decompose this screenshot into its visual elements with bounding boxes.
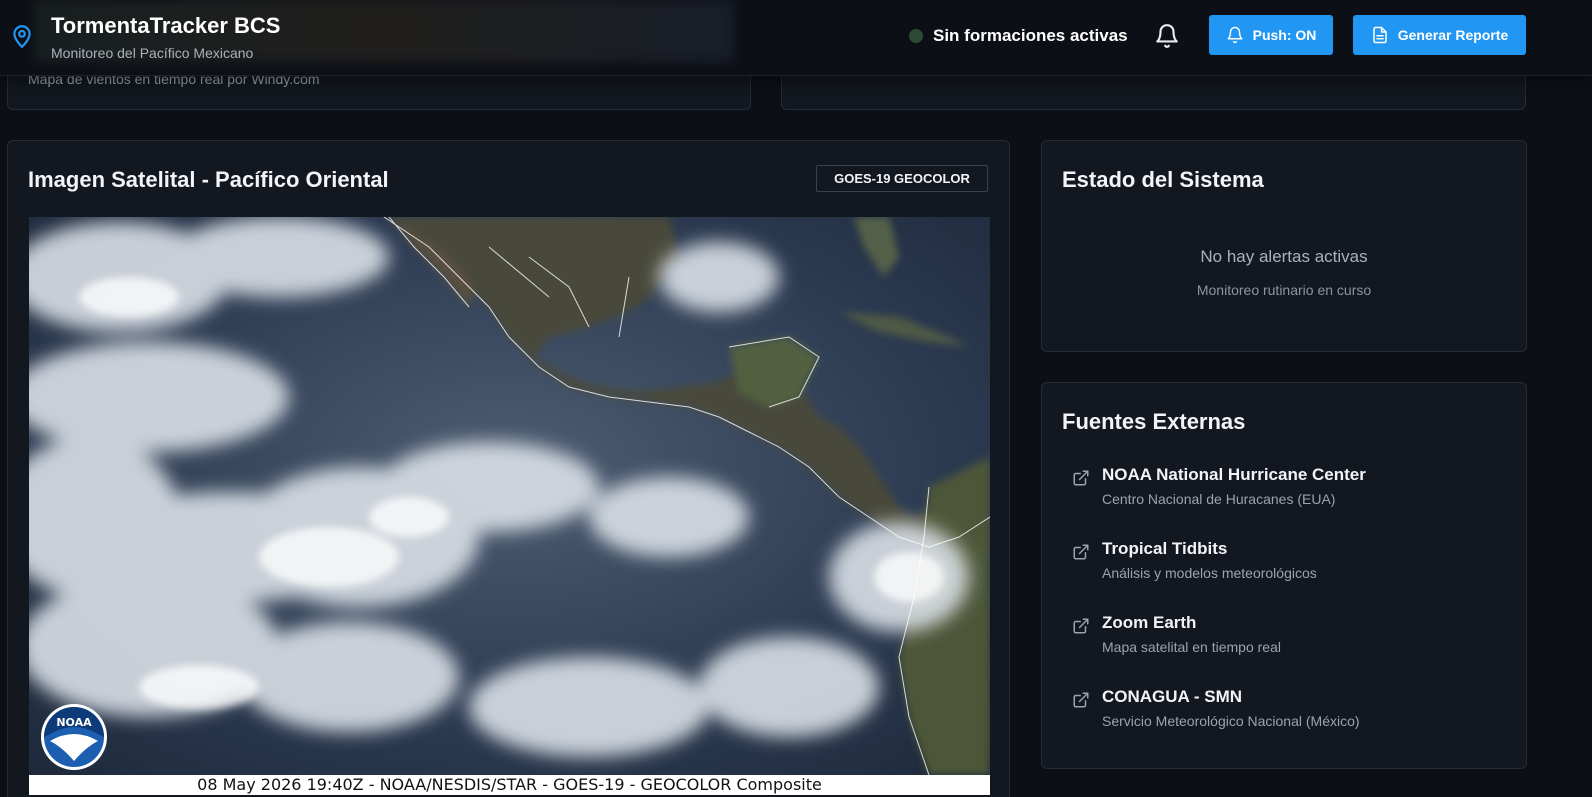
source-link-tropical-tidbits[interactable]: Tropical Tidbits Análisis y modelos mete…	[1072, 539, 1492, 589]
generate-report-button[interactable]: Generar Reporte	[1353, 15, 1526, 55]
noaa-logo: NOAA	[41, 704, 107, 770]
bell-icon	[1227, 26, 1243, 44]
satellite-imagery: NOAA	[29, 217, 990, 775]
report-label: Generar Reporte	[1397, 27, 1509, 43]
source-name: Tropical Tidbits	[1102, 539, 1228, 558]
source-name: CONAGUA - SMN	[1102, 687, 1243, 706]
app-subtitle: Monitoreo del Pacífico Mexicano	[51, 45, 254, 61]
satellite-source-badge: GOES-19 GEOCOLOR	[816, 165, 988, 192]
status-dot	[909, 29, 923, 43]
routine-monitoring-text: Monitoreo rutinario en curso	[1196, 282, 1372, 298]
source-link-noaa-nhc[interactable]: NOAA National Hurricane Center Centro Na…	[1072, 465, 1492, 515]
external-sources-card: Fuentes Externas NOAA National Hurricane…	[1041, 382, 1527, 769]
app-header: TormentaTracker BCS Monitoreo del Pacífi…	[0, 0, 1592, 76]
satellite-caption: 08 May 2026 19:40Z - NOAA/NESDIS/STAR - …	[29, 775, 990, 795]
noaa-logo-text: NOAA	[56, 716, 92, 729]
satellite-image[interactable]: NOAA	[29, 217, 990, 775]
no-alerts-message: No hay alertas activas	[1200, 247, 1368, 266]
map-pin-icon	[13, 25, 31, 48]
satellite-title: Imagen Satelital - Pacífico Oriental	[28, 167, 389, 192]
external-link-icon	[1073, 618, 1089, 634]
satellite-card: Imagen Satelital - Pacífico Oriental GOE…	[7, 140, 1010, 797]
source-name: NOAA National Hurricane Center	[1102, 465, 1366, 484]
source-description: Análisis y modelos meteorológicos	[1102, 565, 1317, 581]
file-text-icon	[1373, 26, 1387, 44]
external-sources-title: Fuentes Externas	[1062, 409, 1246, 434]
dashboard-page: Mapa de vientos en tiempo real por Windy…	[0, 0, 1592, 797]
source-description: Centro Nacional de Huracanes (EUA)	[1102, 491, 1336, 507]
system-status-title: Estado del Sistema	[1062, 167, 1264, 192]
source-link-conagua-smn[interactable]: CONAGUA - SMN Servicio Meteorológico Nac…	[1072, 687, 1492, 737]
push-label: Push: ON	[1252, 27, 1317, 43]
formation-status: Sin formaciones activas	[909, 24, 1128, 48]
push-toggle-button[interactable]: Push: ON	[1209, 15, 1333, 55]
external-link-icon	[1073, 692, 1089, 708]
source-description: Servicio Meteorológico Nacional (México)	[1102, 713, 1360, 729]
app-title: TormentaTracker BCS	[51, 13, 281, 38]
system-status-card: Estado del Sistema No hay alertas activa…	[1041, 140, 1527, 352]
source-name: Zoom Earth	[1102, 613, 1197, 632]
source-description: Mapa satelital en tiempo real	[1102, 639, 1281, 655]
external-link-icon	[1073, 544, 1089, 560]
bell-icon[interactable]	[1154, 22, 1180, 50]
status-text: Sin formaciones activas	[933, 26, 1128, 45]
external-link-icon	[1073, 470, 1089, 486]
source-link-zoom-earth[interactable]: Zoom Earth Mapa satelital en tiempo real	[1072, 613, 1492, 663]
